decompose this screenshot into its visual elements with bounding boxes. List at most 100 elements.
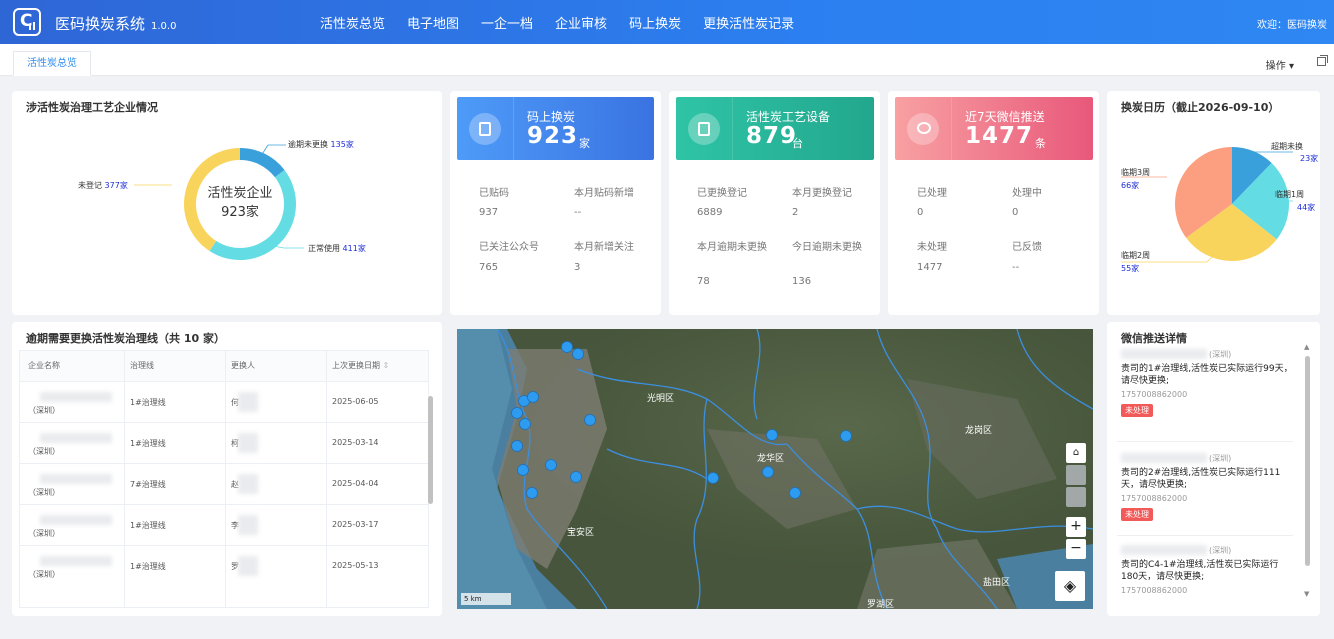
wechat-scrollbar-thumb[interactable] xyxy=(1305,356,1310,566)
enterprise-status-card: 涉活性炭治理工艺企业情况 活性炭企业 923家 逾期未更换 135家 正常使用 … xyxy=(12,91,442,315)
stat-unit: 家 xyxy=(579,137,590,150)
operations-dropdown[interactable]: 操作 ▾ xyxy=(1266,57,1294,72)
card-title: 逾期需要更换活性炭治理线（共 10 家） xyxy=(26,332,225,345)
nav-change-records[interactable]: 更换活性炭记录 xyxy=(703,13,794,32)
map-marker[interactable] xyxy=(526,487,538,499)
stat-number: 923 xyxy=(527,123,579,149)
donut-slice-0[interactable] xyxy=(240,148,285,178)
wechat-item[interactable]: (深圳) 贵司的C4-1#治理线,活性炭已实际运行180天，请尽快更换; 175… xyxy=(1121,543,1293,595)
layers-icon[interactable]: ◈ xyxy=(1055,571,1085,601)
pie-label-overdue: 超期未换 xyxy=(1271,142,1303,151)
map-marker[interactable] xyxy=(762,466,774,478)
stat-banner-code: 码上换炭 923 家 xyxy=(457,97,654,160)
welcome-user[interactable]: 欢迎：医码换炭 xyxy=(1257,16,1327,31)
zoom-out-button[interactable]: − xyxy=(1066,539,1086,559)
map-marker[interactable] xyxy=(511,407,523,419)
nav-map[interactable]: 电子地图 xyxy=(407,13,459,32)
col-company: 企业名称 xyxy=(28,361,60,370)
map-marker[interactable] xyxy=(527,391,539,403)
stat-number: 1477 xyxy=(965,123,1034,149)
logo-icon: C xyxy=(13,8,41,36)
pan-up-button[interactable] xyxy=(1066,465,1086,485)
donut-center-label: 活性炭企业 xyxy=(207,186,273,201)
cell-company: （深圳） xyxy=(28,570,60,579)
nav-code-change[interactable]: 码上换炭 xyxy=(629,13,681,32)
wechat-text: 贵司的2#治理线,活性炭已实际运行111天，请尽快更换; xyxy=(1121,468,1281,490)
device-icon xyxy=(688,113,720,145)
app-version: 1.0.0 xyxy=(151,21,177,32)
map-markers xyxy=(511,341,852,499)
stat-key: 处理中 xyxy=(1012,188,1042,199)
cell-company: （深圳） xyxy=(28,406,60,415)
pie-label-week3: 临期3周 xyxy=(1121,168,1151,177)
stat-value: 6889 xyxy=(697,207,723,218)
table-row[interactable]: （深圳） 1#治理线 柯 2025-03-14 xyxy=(20,422,428,463)
cell-company: （深圳） xyxy=(28,529,60,538)
pie-label-week1: 临期1周 xyxy=(1275,190,1305,199)
pie-value-overdue: 23家 xyxy=(1300,154,1319,163)
stat-key: 本月逾期未更换 xyxy=(697,242,767,253)
stat-number: 879 xyxy=(746,123,798,149)
map-marker[interactable] xyxy=(561,341,573,353)
nav-overview[interactable]: 活性炭总览 xyxy=(320,13,385,32)
stat-card-code: 码上换炭 923 家 已贴码 937 本月贴码新增 -- 已关注公众号 765 … xyxy=(450,91,661,315)
cell-date: 2025-06-05 xyxy=(332,397,379,406)
map-marker[interactable] xyxy=(789,487,801,499)
pan-down-button[interactable] xyxy=(1066,487,1086,507)
zoom-in-button[interactable]: + xyxy=(1066,517,1086,537)
home-icon[interactable]: ⌂ xyxy=(1066,443,1086,463)
table-row[interactable]: （深圳） 7#治理线 赵 2025-04-04 xyxy=(20,463,428,504)
qrcode-icon xyxy=(469,113,501,145)
cell-line: 1#治理线 xyxy=(130,398,166,407)
legend-unregistered: 未登记 377家 xyxy=(78,181,128,190)
scroll-down-icon[interactable]: ▼ xyxy=(1304,590,1309,598)
stat-key: 本月新增关注 xyxy=(574,242,634,253)
stat-card-wechat: 近7天微信推送 1477 条 已处理 0 处理中 0 未处理 1477 已反馈 … xyxy=(888,91,1099,315)
app-title: 医码换炭系统 1.0.0 xyxy=(55,15,177,33)
map-marker[interactable] xyxy=(707,472,719,484)
stat-value: 2 xyxy=(792,207,799,218)
col-date[interactable]: 上次更换日期 ⇕ xyxy=(332,351,389,381)
table-row[interactable]: （深圳） 1#治理线 罗 2025-05-13 xyxy=(20,545,428,586)
map-marker[interactable] xyxy=(570,471,582,483)
stat-unit: 条 xyxy=(1035,137,1046,150)
table-scrollbar-thumb[interactable] xyxy=(428,396,433,504)
stat-key: 已处理 xyxy=(917,188,947,199)
stat-card-equipment: 活性炭工艺设备 879 台 已更换登记 6889 本月更换登记 2 本月逾期未更… xyxy=(669,91,880,315)
tab-overview[interactable]: 活性炭总览 xyxy=(13,51,91,76)
stat-banner-equipment: 活性炭工艺设备 879 台 xyxy=(676,97,874,160)
map-marker[interactable] xyxy=(584,414,596,426)
cell-date: 2025-03-14 xyxy=(332,438,379,447)
wechat-item[interactable]: (深圳) 贵司的1#治理线,活性炭已实际运行99天，请尽快更换; 1757008… xyxy=(1121,347,1293,417)
col-line: 治理线 xyxy=(130,361,154,370)
nav-enterprise-review[interactable]: 企业审核 xyxy=(555,13,607,32)
cell-company: （深圳） xyxy=(28,447,60,456)
stat-value: 78 xyxy=(697,276,710,287)
calendar-card: 换炭日历（截止2026-09-10） 超期未换 23家 临期1周 44家 临期2… xyxy=(1107,91,1320,315)
wechat-item[interactable]: (深圳) 贵司的2#治理线,活性炭已实际运行111天，请尽快更换; 175700… xyxy=(1121,451,1293,521)
wechat-phone: 1757008862000 xyxy=(1121,586,1188,595)
cell-company: （深圳） xyxy=(28,488,60,497)
wechat-org: (深圳) xyxy=(1209,546,1232,555)
nav-enterprise-file[interactable]: 一企一档 xyxy=(481,13,533,32)
map-marker[interactable] xyxy=(545,459,557,471)
stat-value: 136 xyxy=(792,276,812,287)
map-marker[interactable] xyxy=(766,429,778,441)
map-marker[interactable] xyxy=(517,464,529,476)
stat-key: 今日逾期未更换 xyxy=(792,242,862,253)
table-row[interactable]: （深圳） 1#治理线 李 2025-03-17 xyxy=(20,504,428,545)
scroll-up-icon[interactable]: ▲ xyxy=(1304,343,1309,351)
stat-key: 本月贴码新增 xyxy=(574,188,634,199)
map-marker[interactable] xyxy=(519,418,531,430)
stat-value: 3 xyxy=(574,262,581,273)
map-marker[interactable] xyxy=(572,348,584,360)
map-marker[interactable] xyxy=(511,440,523,452)
wechat-org: (深圳) xyxy=(1209,350,1232,359)
window-restore-icon[interactable] xyxy=(1317,55,1328,66)
table-row[interactable]: （深圳） 1#治理线 何 2025-06-05 xyxy=(20,381,428,422)
map-scale: 5 km xyxy=(461,593,511,605)
stat-key: 本月更换登记 xyxy=(792,188,852,199)
cell-line: 7#治理线 xyxy=(130,480,166,489)
map-marker[interactable] xyxy=(840,430,852,442)
satellite-map[interactable]: 光明区 龙华区 龙岗区 宝安区 盐田区 罗湖区 ⌂ + − ◈ 5 km xyxy=(457,329,1093,609)
